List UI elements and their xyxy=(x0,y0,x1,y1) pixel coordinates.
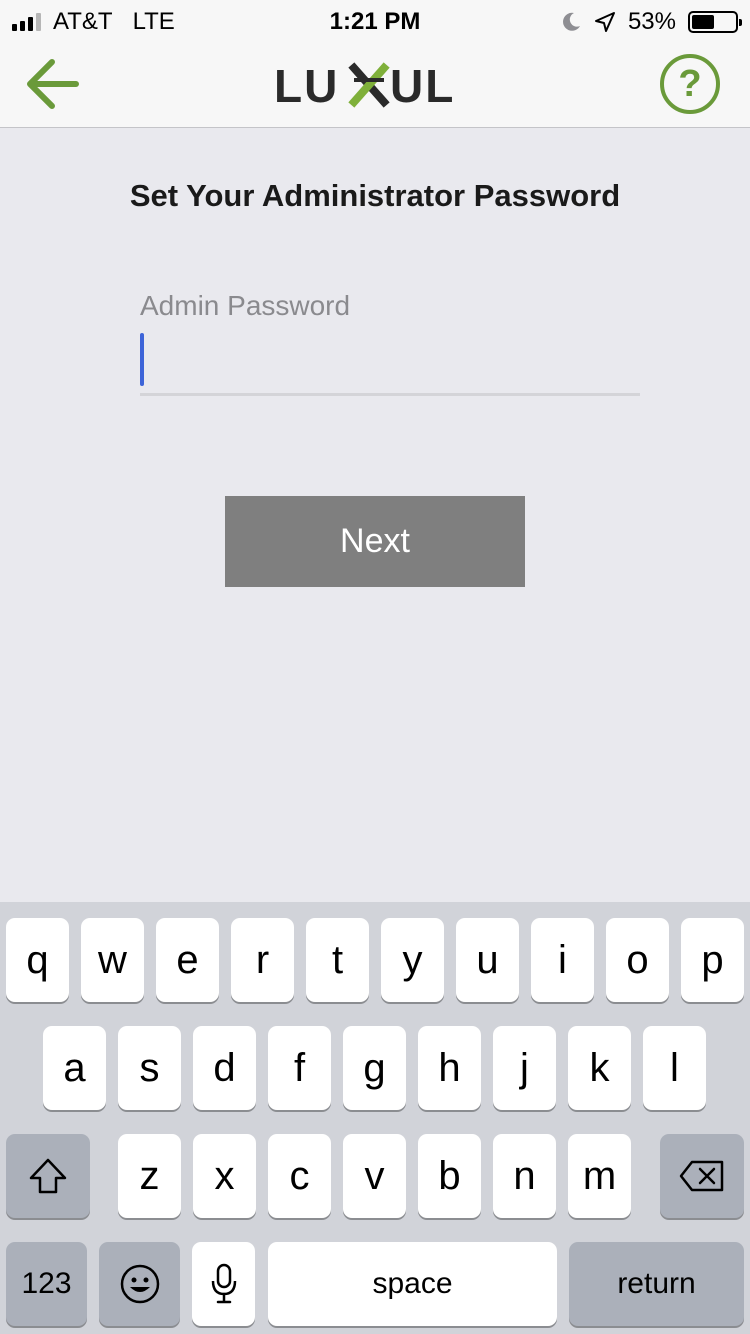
location-arrow-icon xyxy=(594,12,615,32)
return-key[interactable]: return xyxy=(569,1242,744,1326)
key-y[interactable]: y xyxy=(381,918,444,1002)
microphone-icon xyxy=(211,1263,236,1304)
battery-percent: 53% xyxy=(627,8,676,35)
key-i[interactable]: i xyxy=(531,918,594,1002)
help-button[interactable]: ? xyxy=(660,54,720,114)
keyboard: q w e r t y u i o p a s d f g h j k l z … xyxy=(0,902,750,1334)
key-q[interactable]: q xyxy=(6,918,69,1002)
key-h[interactable]: h xyxy=(418,1026,481,1110)
key-z[interactable]: z xyxy=(118,1134,181,1218)
key-k[interactable]: k xyxy=(568,1026,631,1110)
shift-key[interactable] xyxy=(6,1134,90,1218)
svg-text:UL: UL xyxy=(390,60,455,110)
key-x[interactable]: x xyxy=(193,1134,256,1218)
key-r[interactable]: r xyxy=(231,918,294,1002)
admin-password-input[interactable] xyxy=(140,330,640,396)
key-v[interactable]: v xyxy=(343,1134,406,1218)
key-m[interactable]: m xyxy=(568,1134,631,1218)
delete-icon xyxy=(679,1160,724,1192)
emoji-icon xyxy=(120,1264,159,1304)
key-u[interactable]: u xyxy=(456,918,519,1002)
key-t[interactable]: t xyxy=(306,918,369,1002)
svg-text:LU: LU xyxy=(274,60,339,110)
emoji-key[interactable] xyxy=(99,1242,180,1326)
back-arrow-icon xyxy=(27,59,79,109)
moon-icon xyxy=(563,12,580,31)
microphone-key[interactable] xyxy=(192,1242,255,1326)
key-c[interactable]: c xyxy=(268,1134,331,1218)
key-o[interactable]: o xyxy=(606,918,669,1002)
space-key[interactable]: space xyxy=(268,1242,557,1326)
key-d[interactable]: d xyxy=(193,1026,256,1110)
key-a[interactable]: a xyxy=(43,1026,106,1110)
key-e[interactable]: e xyxy=(156,918,219,1002)
key-b[interactable]: b xyxy=(418,1134,481,1218)
status-right: 53% xyxy=(560,8,742,36)
key-l[interactable]: l xyxy=(643,1026,706,1110)
text-cursor xyxy=(140,333,144,386)
luxul-logo: LU UL xyxy=(274,60,455,110)
battery-icon xyxy=(688,11,742,33)
battery-fill xyxy=(692,15,715,29)
key-p[interactable]: p xyxy=(681,918,744,1002)
back-button[interactable] xyxy=(22,54,84,114)
next-button[interactable]: Next xyxy=(225,496,525,587)
shift-icon xyxy=(29,1158,67,1194)
status-bar: AT&T LTE 1:21 PM 53% xyxy=(0,0,750,40)
page-title: Set Your Administrator Password xyxy=(129,178,621,213)
key-j[interactable]: j xyxy=(493,1026,556,1110)
key-w[interactable]: w xyxy=(81,918,144,1002)
password-label: Admin Password xyxy=(140,290,351,321)
numbers-key[interactable]: 123 xyxy=(6,1242,87,1326)
delete-key[interactable] xyxy=(660,1134,744,1218)
key-n[interactable]: n xyxy=(493,1134,556,1218)
key-g[interactable]: g xyxy=(343,1026,406,1110)
nav-bar: LU UL ? xyxy=(0,40,750,128)
key-f[interactable]: f xyxy=(268,1026,331,1110)
key-s[interactable]: s xyxy=(118,1026,181,1110)
